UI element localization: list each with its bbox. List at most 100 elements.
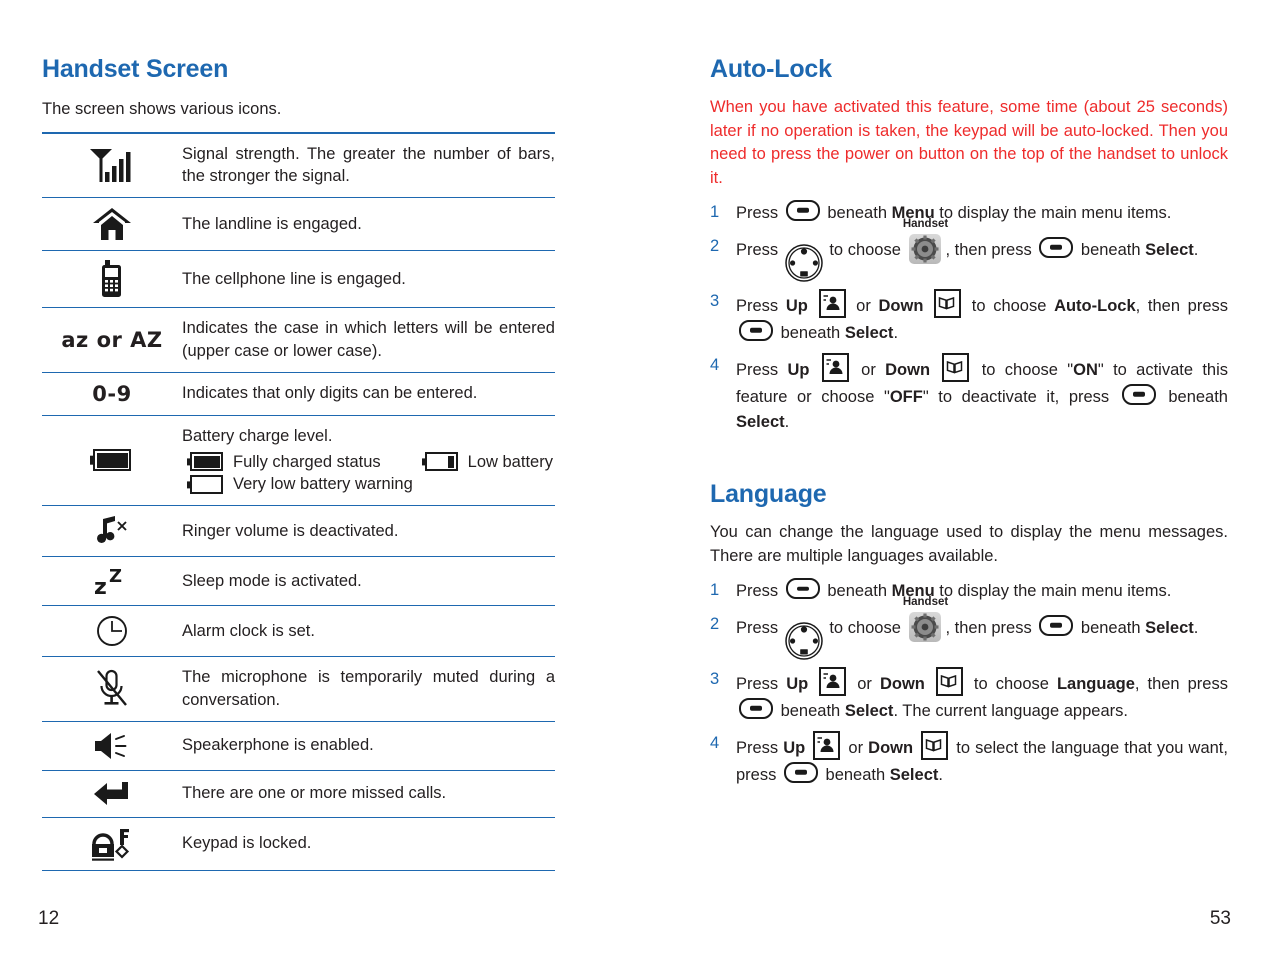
handset-menu-caption: Handset bbox=[902, 595, 949, 608]
soft-key-icon bbox=[739, 697, 773, 719]
icon-description-text: Indicates the case in which letters will… bbox=[182, 319, 555, 360]
handset-menu-caption: Handset bbox=[902, 217, 949, 230]
step-number: 3 bbox=[710, 292, 720, 311]
step-emphasis: Select bbox=[1145, 240, 1194, 259]
battery-legend: Fully charged status Low battery Very low … bbox=[190, 451, 555, 497]
step-text: , then press bbox=[945, 618, 1037, 637]
instruction-step: 1 Press beneath Menu to display the main … bbox=[710, 578, 1228, 605]
step-emphasis: Select bbox=[844, 701, 894, 720]
step-number: 2 bbox=[710, 236, 720, 255]
icon-description-text: Signal strength. The greater the number … bbox=[182, 144, 555, 186]
icon-cell bbox=[42, 721, 182, 770]
left-page: Handset Screen The screen shows various … bbox=[0, 0, 635, 954]
icon-description-text: The landline is engaged. bbox=[182, 214, 362, 233]
table-row: Battery charge level. Fully charged statu… bbox=[42, 415, 555, 506]
icon-description: The cellphone line is engaged. bbox=[182, 251, 555, 308]
step-text: Press bbox=[736, 675, 787, 694]
step-emphasis: Language bbox=[1056, 675, 1135, 694]
step-text: . bbox=[1193, 240, 1199, 259]
icon-description-text: The microphone is temporarily muted duri… bbox=[182, 668, 555, 709]
step-emphasis: Select bbox=[1145, 618, 1194, 637]
icon-description-text: Battery charge level. bbox=[182, 426, 333, 445]
icon-description: Ringer volume is deactivated. bbox=[182, 506, 555, 557]
icon-description-text: Ringer volume is deactivated. bbox=[182, 521, 399, 540]
soft-key-icon bbox=[1039, 236, 1074, 258]
step-text: . bbox=[784, 413, 790, 432]
instruction-step: 3 Press Up or Down to choose Auto-Lock, t… bbox=[710, 289, 1228, 346]
handset-menu-gear-icon: Handset bbox=[903, 596, 948, 642]
icon-cell bbox=[42, 198, 182, 251]
text-case-icon: az or AZ bbox=[61, 327, 163, 352]
step-text: , then press bbox=[1134, 675, 1228, 694]
step-emphasis: Up bbox=[785, 297, 808, 316]
speakerphone-icon bbox=[93, 732, 131, 759]
step-text: beneath bbox=[822, 582, 892, 601]
table-row: The landline is engaged. bbox=[42, 198, 555, 251]
step-number: 4 bbox=[710, 356, 720, 375]
soft-key-icon bbox=[783, 761, 818, 783]
soft-key-icon bbox=[739, 319, 773, 341]
step-text: Press bbox=[736, 739, 784, 758]
step-emphasis: OFF bbox=[889, 387, 923, 406]
step-text: beneath bbox=[822, 203, 892, 222]
icon-cell bbox=[42, 657, 182, 722]
down-key-icon bbox=[921, 731, 949, 761]
icon-description: Battery charge level. Fully charged statu… bbox=[182, 415, 555, 505]
step-number: 2 bbox=[710, 614, 720, 633]
battery-icon bbox=[93, 449, 131, 472]
page-title-handset-screen: Handset Screen bbox=[42, 55, 229, 83]
table-row: Alarm clock is set. bbox=[42, 606, 555, 657]
step-text: . The current language appears. bbox=[893, 701, 1128, 720]
icon-description-text: Speakerphone is enabled. bbox=[182, 736, 374, 755]
step-text: to choose bbox=[824, 618, 906, 637]
icon-cell bbox=[42, 606, 182, 657]
table-row: Ringer volume is deactivated. bbox=[42, 506, 555, 557]
step-text bbox=[805, 739, 810, 757]
down-key-icon bbox=[942, 353, 970, 383]
step-emphasis: Up bbox=[786, 675, 809, 694]
step-emphasis: Down bbox=[885, 361, 931, 380]
down-key-icon bbox=[934, 289, 962, 319]
icon-legend-table: Signal strength. The greater the number … bbox=[42, 132, 555, 871]
step-text: to choose bbox=[964, 297, 1055, 316]
step-text: " to deactivate it, press bbox=[922, 387, 1119, 406]
step-text: . bbox=[893, 323, 899, 342]
battery-low-icon bbox=[424, 452, 458, 472]
step-text: , then press bbox=[945, 240, 1037, 259]
table-row: The cellphone line is engaged. bbox=[42, 251, 555, 308]
section-intro-text: You can change the language used to disp… bbox=[710, 523, 1228, 565]
step-number: 3 bbox=[710, 670, 720, 689]
digits-only-icon: 0-9 bbox=[92, 381, 132, 406]
step-emphasis: Down bbox=[879, 675, 925, 694]
soft-key-icon bbox=[1039, 614, 1074, 636]
step-text: or bbox=[851, 361, 886, 380]
instruction-step-list: 1 Press beneath Menu to display the main … bbox=[710, 578, 1228, 788]
step-emphasis: Up bbox=[783, 739, 806, 758]
step-text: Press bbox=[736, 582, 783, 601]
up-key-icon bbox=[819, 667, 847, 697]
instruction-step: 2 Press to choose Handset , then press ben… bbox=[710, 596, 1228, 661]
icon-description: The landline is engaged. bbox=[182, 198, 555, 251]
step-text: or bbox=[843, 739, 869, 758]
house-icon bbox=[92, 208, 132, 241]
step-number: 1 bbox=[710, 581, 720, 600]
handset-screen-intro: The screen shows various icons. bbox=[42, 100, 282, 119]
step-text: beneath bbox=[820, 765, 890, 784]
soft-key-icon bbox=[1121, 383, 1156, 405]
ringer-muted-icon bbox=[95, 516, 129, 544]
icon-cell: 0-9 bbox=[42, 372, 182, 415]
icon-description-text: Keypad is locked. bbox=[182, 834, 312, 853]
svg-text:Z: Z bbox=[109, 566, 122, 587]
microphone-muted-icon bbox=[95, 669, 129, 706]
step-text: . bbox=[938, 765, 943, 784]
icon-description-text: Sleep mode is activated. bbox=[182, 571, 362, 590]
step-text: to choose bbox=[965, 675, 1057, 694]
step-text: . bbox=[1193, 618, 1199, 637]
step-number: 4 bbox=[710, 734, 720, 753]
instruction-step: 3 Press Up or Down to choose Language, th… bbox=[710, 667, 1228, 724]
step-text: to choose " bbox=[972, 361, 1074, 380]
icon-description: The microphone is temporarily muted duri… bbox=[182, 657, 555, 722]
table-row: z Z Sleep mode is activated. bbox=[42, 557, 555, 606]
soft-key-icon bbox=[785, 199, 820, 221]
svg-text:z: z bbox=[94, 575, 107, 596]
